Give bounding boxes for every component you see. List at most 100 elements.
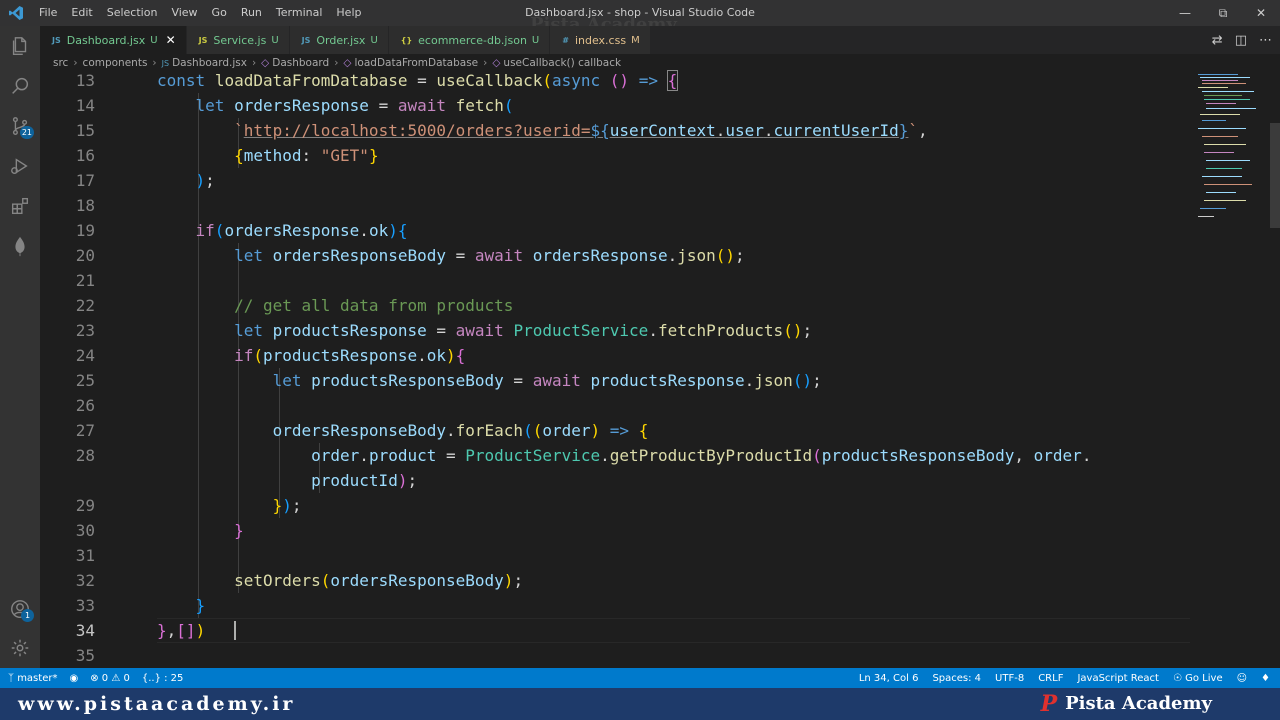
brand-logo: P bbox=[1040, 691, 1058, 717]
minimize-icon[interactable]: — bbox=[1166, 0, 1204, 26]
jsx-file-icon: JS bbox=[52, 35, 61, 45]
source-control-badge: 21 bbox=[19, 126, 34, 139]
accounts-badge: 1 bbox=[21, 609, 34, 622]
menu-terminal[interactable]: Terminal bbox=[269, 0, 330, 26]
editor-tabs: JS Dashboard.jsx U ✕ JS Service.js U JS … bbox=[40, 26, 1280, 54]
code-line: 19 if(ordersResponse.ok){ bbox=[75, 221, 408, 240]
close-tab-icon[interactable]: ✕ bbox=[166, 33, 176, 47]
menu-view[interactable]: View bbox=[164, 0, 204, 26]
code-line: productId); bbox=[311, 471, 418, 490]
code-line: 30 } bbox=[75, 521, 244, 540]
code-line: 33 } bbox=[75, 596, 206, 615]
menu-bar: File Edit Selection View Go Run Terminal… bbox=[32, 0, 368, 26]
broadcast-icon: ☉ bbox=[1172, 672, 1182, 684]
code-line: 28 order.product = ProductService.getPro… bbox=[75, 446, 1092, 465]
code-line: 20 let ordersResponseBody = await orders… bbox=[75, 246, 745, 265]
error-icon: ⊗ bbox=[90, 672, 99, 684]
cursor-position[interactable]: Ln 34, Col 6 bbox=[859, 673, 919, 684]
tab-status: U bbox=[370, 34, 378, 46]
tab-ecommerce-db-json[interactable]: {} ecommerce-db.json U bbox=[388, 26, 551, 54]
text-cursor bbox=[234, 621, 236, 640]
minimap[interactable] bbox=[1190, 70, 1280, 668]
feedback-icon[interactable]: ☺ bbox=[1237, 673, 1247, 684]
window-controls: — ⧉ ✕ bbox=[1166, 0, 1280, 26]
code-line: 14 let ordersResponse = await fetch( bbox=[75, 96, 514, 115]
tab-status: U bbox=[150, 34, 158, 46]
code-line: 22 // get all data from products bbox=[75, 296, 514, 315]
title-bar: File Edit Selection View Go Run Terminal… bbox=[0, 0, 1280, 35]
code-line: 24 if(productsResponse.ok){ bbox=[75, 346, 466, 365]
brand-name: Pista Academy bbox=[1065, 693, 1212, 714]
editor-actions: ⇄ ◫ ⋯ bbox=[1212, 26, 1272, 54]
watermark-brand: P Pista Academy bbox=[1041, 688, 1212, 720]
more-actions-icon[interactable]: ⋯ bbox=[1259, 33, 1272, 48]
go-live-button[interactable]: ☉ Go Live bbox=[1173, 673, 1223, 684]
restore-icon[interactable]: ⧉ bbox=[1204, 0, 1242, 26]
code-editor[interactable]: 13 const loadDataFromDatabase = useCallba… bbox=[40, 70, 1230, 668]
code-line: 17 ); bbox=[75, 171, 215, 190]
tab-label: Order.jsx bbox=[316, 33, 366, 47]
tab-status: U bbox=[531, 34, 540, 46]
error-count: 0 bbox=[101, 672, 109, 684]
menu-edit[interactable]: Edit bbox=[64, 0, 99, 26]
menu-go[interactable]: Go bbox=[205, 0, 234, 26]
branch-label: master* bbox=[17, 672, 58, 684]
tab-service-js[interactable]: JS Service.js U bbox=[186, 26, 290, 54]
tab-index-css[interactable]: # index.css M bbox=[550, 26, 651, 54]
tab-status: M bbox=[631, 34, 640, 46]
json-file-icon: {} bbox=[400, 35, 413, 45]
go-live-label: Go Live bbox=[1185, 672, 1223, 684]
line-ending[interactable]: CRLF bbox=[1038, 673, 1063, 684]
notifications-icon[interactable]: ♦ bbox=[1261, 673, 1270, 684]
split-editor-icon[interactable]: ◫ bbox=[1235, 33, 1247, 48]
tab-order-jsx[interactable]: JS Order.jsx U bbox=[289, 26, 389, 54]
settings-gear-icon[interactable] bbox=[0, 628, 40, 668]
encoding[interactable]: UTF-8 bbox=[995, 673, 1024, 684]
explorer-icon[interactable] bbox=[0, 26, 40, 66]
tab-dashboard-jsx[interactable]: JS Dashboard.jsx U ✕ bbox=[40, 26, 187, 54]
code-line: 23 let productsResponse = await ProductS… bbox=[75, 321, 813, 340]
vscode-logo-icon bbox=[0, 0, 32, 26]
menu-help[interactable]: Help bbox=[329, 0, 368, 26]
branch-item[interactable]: ᛉ master* bbox=[8, 673, 57, 684]
branch-icon: ᛉ bbox=[8, 672, 14, 684]
tab-status: U bbox=[271, 34, 279, 46]
code-line: 18 bbox=[75, 196, 95, 215]
menu-selection[interactable]: Selection bbox=[100, 0, 165, 26]
extensions-icon[interactable] bbox=[0, 186, 40, 226]
watermark-footer: www.pistaacademy.ir P Pista Academy bbox=[0, 688, 1280, 720]
tab-label: Service.js bbox=[213, 33, 267, 47]
code-line: 29 }); bbox=[75, 496, 302, 515]
code-line: 31 bbox=[75, 546, 95, 565]
code-line: 13 const loadDataFromDatabase = useCallba… bbox=[75, 70, 679, 91]
tab-label: ecommerce-db.json bbox=[418, 33, 527, 47]
code-line: 25 let productsResponseBody = await prod… bbox=[75, 371, 822, 390]
tab-label: Dashboard.jsx bbox=[66, 33, 146, 47]
indentation[interactable]: Spaces: 4 bbox=[932, 673, 981, 684]
open-changes-icon[interactable]: ⇄ bbox=[1212, 33, 1223, 48]
live-share-icon[interactable]: ◉ bbox=[69, 673, 78, 684]
search-icon[interactable] bbox=[0, 66, 40, 106]
source-control-icon[interactable]: 21 bbox=[0, 106, 40, 146]
css-file-icon: # bbox=[562, 35, 569, 45]
status-bar: ᛉ master* ◉ ⊗ 0 ⚠ 0 {..} : 25 Ln 34, Col… bbox=[0, 668, 1280, 688]
tab-label: index.css bbox=[574, 33, 627, 47]
language-mode[interactable]: JavaScript React bbox=[1077, 673, 1159, 684]
code-line: 35 bbox=[75, 646, 95, 665]
problems-item[interactable]: ⊗ 0 ⚠ 0 bbox=[90, 673, 130, 684]
code-line: 21 bbox=[75, 271, 95, 290]
vertical-scrollbar-thumb[interactable] bbox=[1270, 123, 1280, 228]
warning-count: 0 bbox=[123, 672, 130, 684]
js-file-icon: JS bbox=[198, 35, 208, 45]
code-line: 15 `http://localhost:5000/orders?userid=… bbox=[75, 121, 928, 140]
jsx-file-icon: JS bbox=[301, 35, 311, 45]
accounts-icon[interactable]: 1 bbox=[0, 589, 40, 629]
menu-run[interactable]: Run bbox=[234, 0, 269, 26]
selection-info[interactable]: {..} : 25 bbox=[142, 673, 184, 684]
code-line: 32 setOrders(ordersResponseBody); bbox=[75, 571, 524, 590]
mongodb-leaf-icon[interactable] bbox=[0, 226, 40, 266]
activity-bar: 21 1 bbox=[0, 26, 40, 668]
close-window-icon[interactable]: ✕ bbox=[1242, 0, 1280, 26]
menu-file[interactable]: File bbox=[32, 0, 64, 26]
run-debug-icon[interactable] bbox=[0, 146, 40, 186]
